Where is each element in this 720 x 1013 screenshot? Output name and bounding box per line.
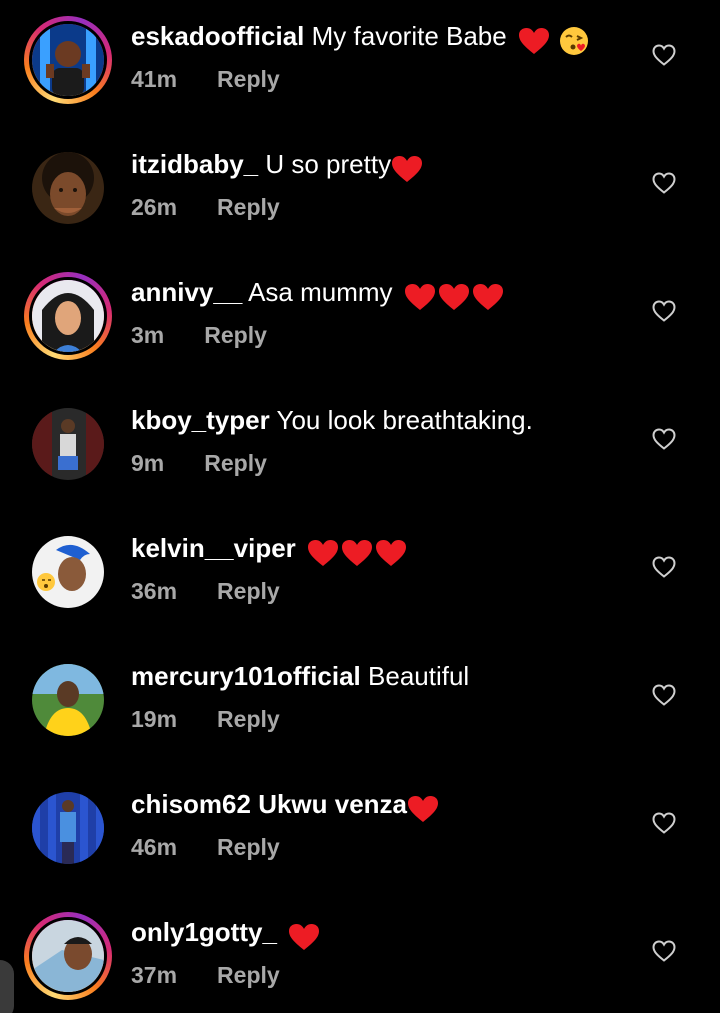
timestamp: 36m: [131, 578, 178, 604]
emoji-group: [407, 791, 441, 823]
comment-meta: 9m Reply: [131, 448, 267, 478]
red-heart-icon: [438, 284, 469, 311]
story-ring[interactable]: [24, 272, 112, 360]
comment-text: Asa mummy: [248, 277, 393, 307]
heart-outline-icon[interactable]: [652, 812, 676, 834]
red-heart-icon: [376, 540, 407, 567]
red-heart-icon: [404, 284, 435, 311]
timestamp: 41m: [131, 66, 178, 92]
comments-list: eskadoofficial My favorite Babe 41m Reply…: [0, 0, 720, 1013]
timestamp: 19m: [131, 706, 178, 732]
heart-outline-icon[interactable]: [652, 44, 676, 66]
username[interactable]: mercury101official: [131, 661, 361, 691]
comment-item: mercury101official Beautiful 19m Reply: [0, 640, 720, 768]
comment-meta: 46m Reply: [131, 832, 280, 862]
comment-text: Beautiful: [368, 661, 470, 691]
comment-item: kelvin__viper 36m Reply: [0, 512, 720, 640]
red-heart-icon: [472, 284, 503, 311]
avatar[interactable]: [29, 21, 107, 99]
comment-text-line: mercury101official Beautiful: [131, 660, 469, 692]
timestamp: 26m: [131, 194, 178, 220]
comment-meta: 3m Reply: [131, 320, 267, 350]
reply-button[interactable]: Reply: [217, 576, 280, 606]
heart-outline-icon[interactable]: [652, 428, 676, 450]
username[interactable]: only1gotty_: [131, 917, 277, 947]
avatar[interactable]: [29, 277, 107, 355]
comment-meta: 19m Reply: [131, 704, 280, 734]
comment-item: itzidbaby_ U so pretty 26m Reply: [0, 128, 720, 256]
comment-meta: 36m Reply: [131, 576, 280, 606]
comment-meta: 26m Reply: [131, 192, 280, 222]
reply-button[interactable]: Reply: [204, 320, 267, 350]
comment-text-line: only1gotty_: [131, 916, 322, 951]
comment-meta: 37m Reply: [131, 960, 280, 990]
emoji-group: [307, 535, 409, 567]
comment-text-line: eskadoofficial My favorite Babe: [131, 20, 589, 56]
face-blowing-kiss-icon: [560, 27, 589, 56]
avatar[interactable]: [32, 664, 104, 736]
avatar[interactable]: [32, 792, 104, 864]
story-ring[interactable]: [24, 16, 112, 104]
heart-outline-icon[interactable]: [652, 940, 676, 962]
username[interactable]: kelvin__viper: [131, 533, 296, 563]
reply-button[interactable]: Reply: [217, 960, 280, 990]
red-heart-icon: [408, 796, 439, 823]
reply-button[interactable]: Reply: [217, 192, 280, 222]
avatar-container[interactable]: [24, 144, 112, 232]
story-ring[interactable]: [24, 912, 112, 1000]
avatar-container[interactable]: [24, 528, 112, 616]
avatar[interactable]: [32, 408, 104, 480]
comment-text: U so pretty: [265, 149, 392, 179]
comment-text: My favorite Babe: [311, 21, 507, 51]
reply-button[interactable]: Reply: [217, 832, 280, 862]
comment-item: annivy__ Asa mummy 3m Reply: [0, 256, 720, 384]
emoji-group: [288, 919, 322, 951]
reply-button[interactable]: Reply: [217, 64, 280, 94]
comment-text: Ukwu venza: [258, 789, 408, 819]
heart-outline-icon[interactable]: [652, 172, 676, 194]
avatar[interactable]: [29, 917, 107, 995]
comment-meta: 41m Reply: [131, 64, 280, 94]
comment-item: only1gotty_ 37m Reply: [0, 896, 720, 1013]
avatar-container[interactable]: [24, 400, 112, 488]
heart-outline-icon[interactable]: [652, 300, 676, 322]
username[interactable]: itzidbaby_: [131, 149, 258, 179]
comment-text-line: itzidbaby_ U so pretty: [131, 148, 425, 183]
comment-item: chisom62 Ukwu venza 46m Reply: [0, 768, 720, 896]
emoji-group: [404, 279, 506, 311]
username[interactable]: chisom62: [131, 789, 251, 819]
red-heart-icon: [518, 28, 549, 55]
username[interactable]: eskadoofficial: [131, 21, 304, 51]
reply-button[interactable]: Reply: [204, 448, 267, 478]
heart-outline-icon[interactable]: [652, 556, 676, 578]
comment-item: kboy_typer You look breathtaking. 9m Repl…: [0, 384, 720, 512]
emoji-group: [391, 151, 425, 183]
avatar[interactable]: [32, 152, 104, 224]
comment-text-line: chisom62 Ukwu venza: [131, 788, 441, 823]
avatar[interactable]: [32, 536, 104, 608]
username[interactable]: annivy__: [131, 277, 242, 307]
comment-text-line: kboy_typer You look breathtaking.: [131, 404, 533, 436]
comment-text: You look breathtaking.: [276, 405, 533, 435]
timestamp: 9m: [131, 450, 165, 476]
username[interactable]: kboy_typer: [131, 405, 270, 435]
red-heart-icon: [289, 924, 320, 951]
red-heart-icon: [342, 540, 373, 567]
comment-text-line: annivy__ Asa mummy: [131, 276, 506, 311]
avatar-container[interactable]: [24, 656, 112, 744]
red-heart-icon: [392, 156, 423, 183]
scroll-edge-handle[interactable]: [0, 960, 14, 1013]
timestamp: 37m: [131, 962, 178, 988]
timestamp: 3m: [131, 322, 165, 348]
comment-item: eskadoofficial My favorite Babe 41m Reply: [0, 0, 720, 128]
reply-button[interactable]: Reply: [217, 704, 280, 734]
heart-outline-icon[interactable]: [652, 684, 676, 706]
avatar-container[interactable]: [24, 784, 112, 872]
emoji-group: [518, 23, 589, 56]
red-heart-icon: [308, 540, 339, 567]
comment-text-line: kelvin__viper: [131, 532, 409, 567]
timestamp: 46m: [131, 834, 178, 860]
